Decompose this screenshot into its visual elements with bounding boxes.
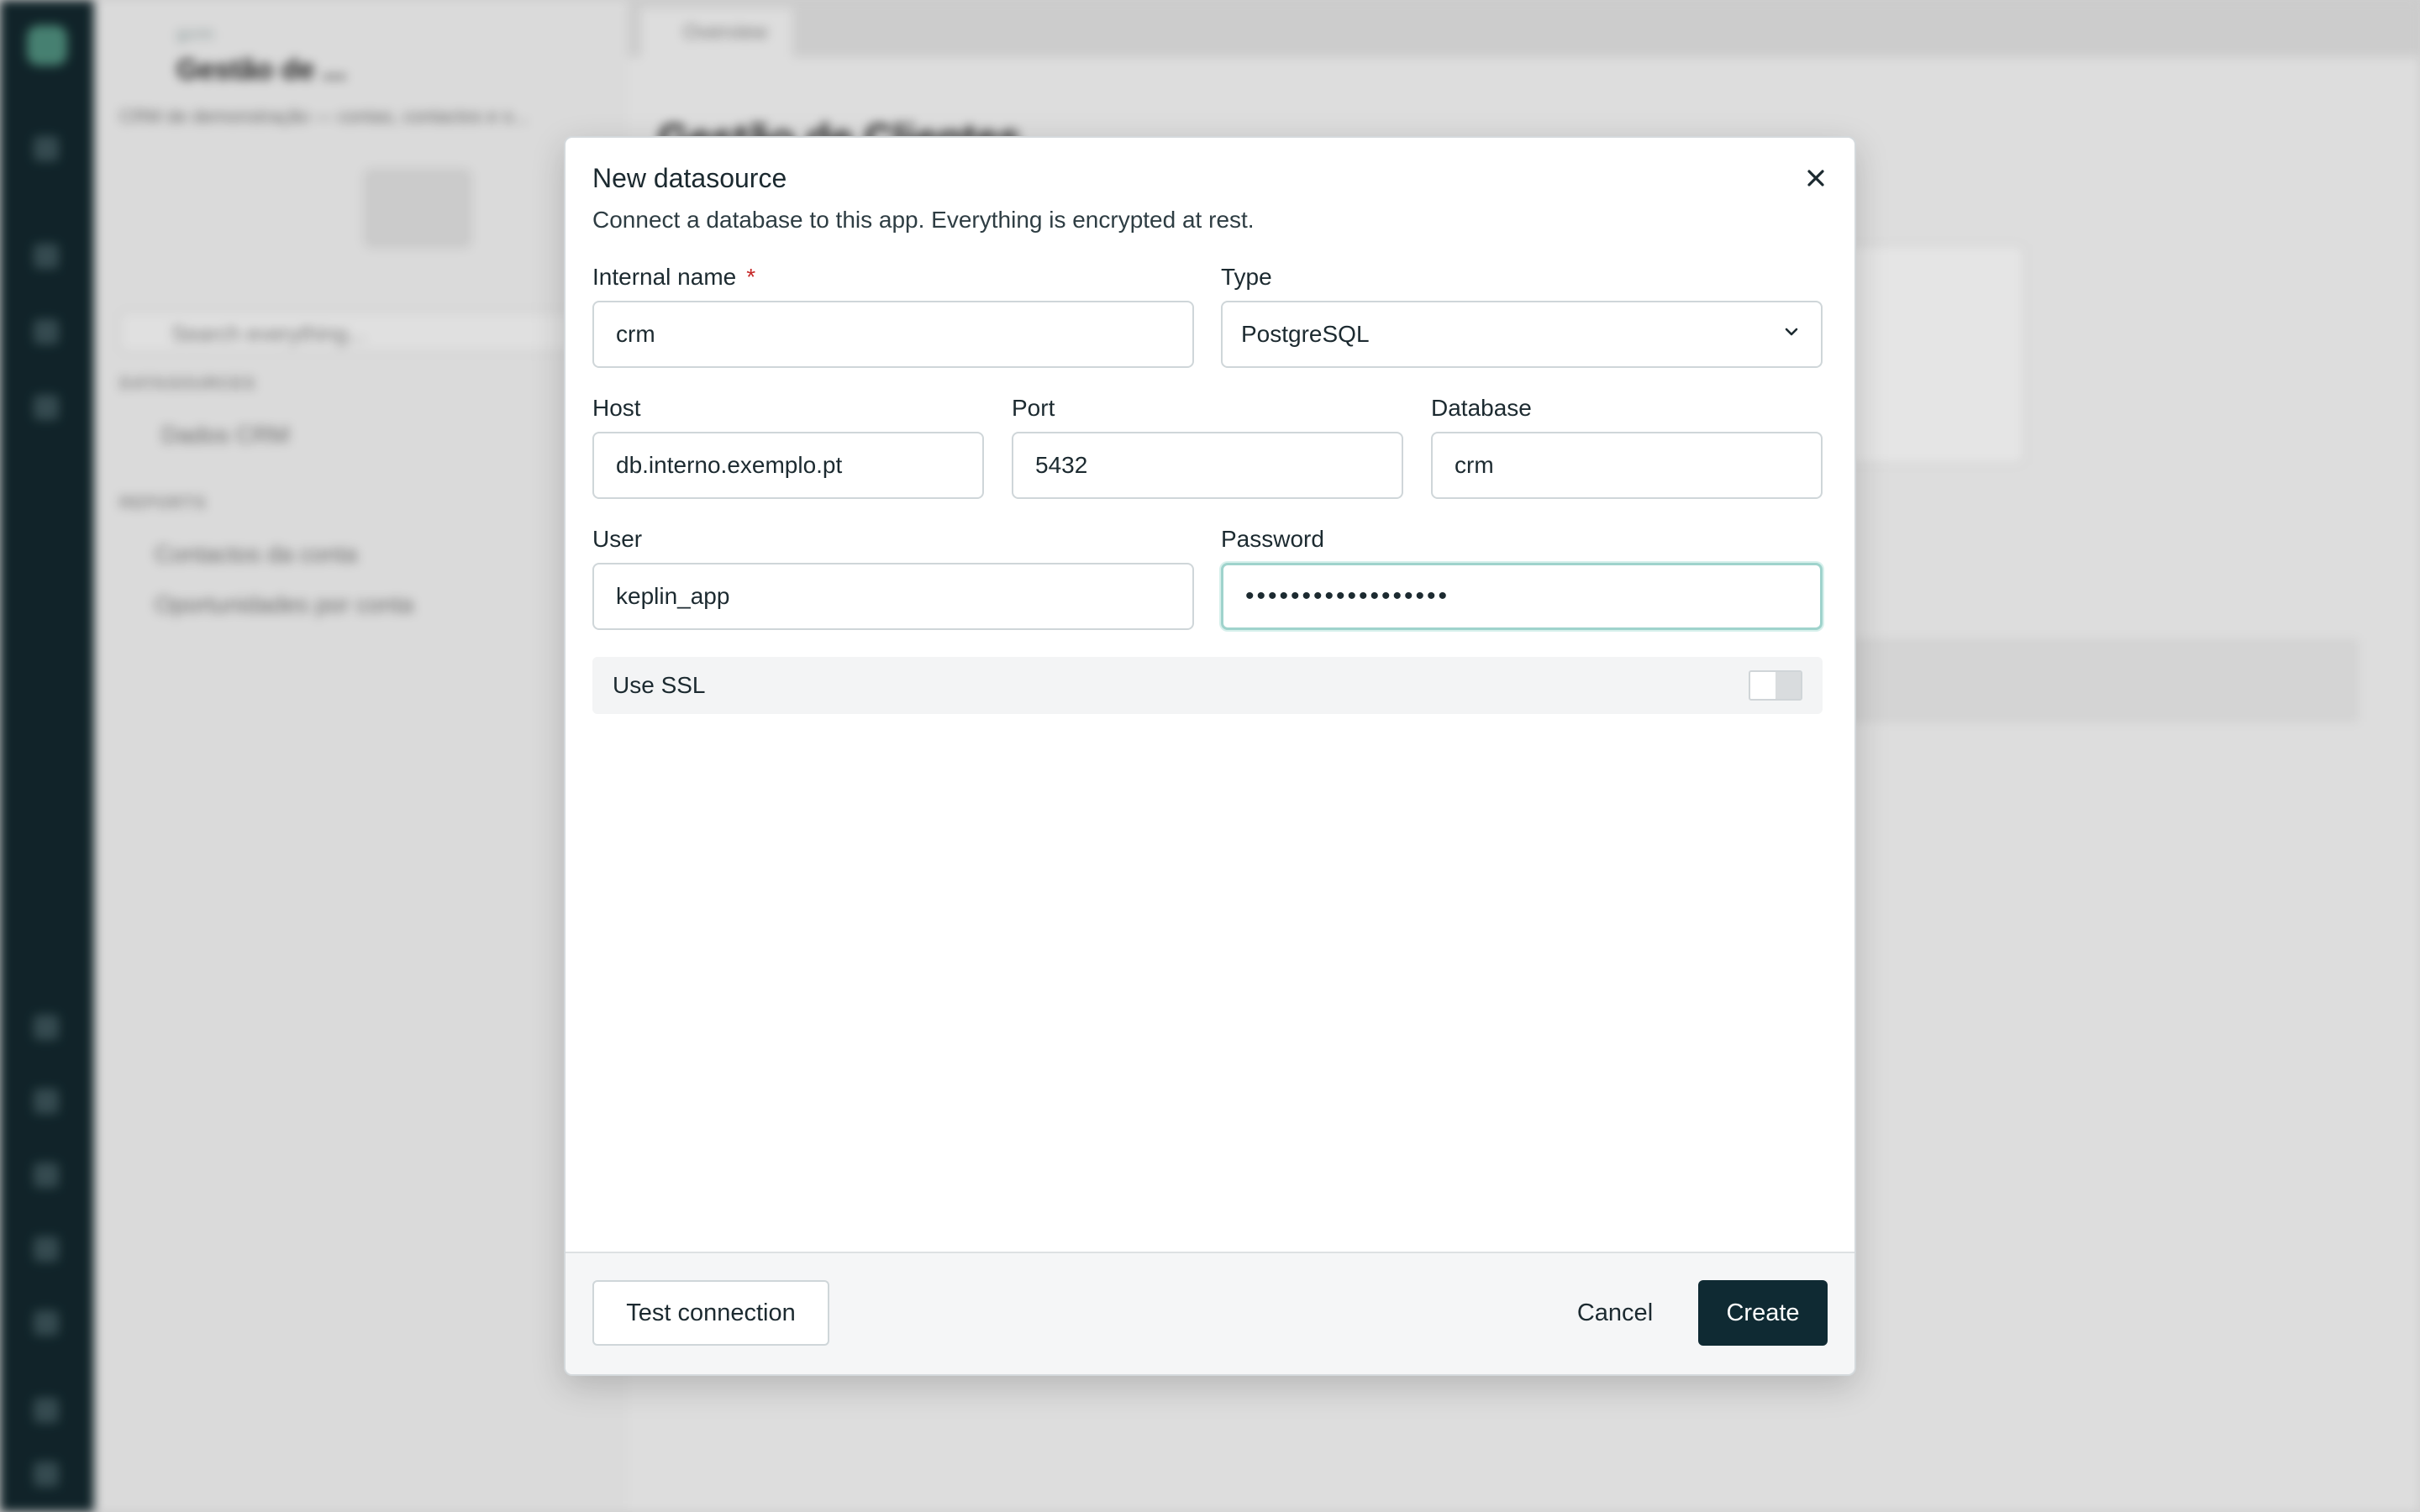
password-label: Password [1221, 526, 1324, 552]
ssl-label: Use SSL [613, 672, 706, 698]
password-input[interactable] [1221, 563, 1823, 630]
dialog-subtitle: Connect a database to this app. Everythi… [592, 207, 1255, 233]
user-label: User [592, 526, 643, 552]
ssl-toggle[interactable] [1749, 670, 1802, 701]
cancel-button[interactable]: Cancel [1554, 1280, 1676, 1346]
user-input[interactable] [592, 563, 1194, 630]
host-label: Host [592, 395, 641, 421]
internal-name-input[interactable] [592, 301, 1194, 368]
close-icon[interactable] [1799, 161, 1833, 195]
port-input[interactable] [1012, 432, 1403, 499]
toggle-knob [1776, 672, 1801, 699]
internal-name-label-text: Internal name [592, 264, 737, 290]
database-input[interactable] [1431, 432, 1823, 499]
required-mark: * [746, 264, 756, 290]
chevron-down-icon [1781, 321, 1802, 349]
port-label: Port [1012, 395, 1055, 421]
host-input[interactable] [592, 432, 984, 499]
internal-name-label: Internal name * [592, 264, 755, 291]
new-datasource-dialog: New datasource Connect a database to thi… [564, 136, 1856, 1376]
dialog-footer: Test connection Cancel Create [566, 1252, 1854, 1374]
create-button[interactable]: Create [1698, 1280, 1828, 1346]
type-select-value: PostgreSQL [1241, 321, 1370, 347]
database-label: Database [1431, 395, 1532, 421]
test-connection-button[interactable]: Test connection [592, 1280, 829, 1346]
type-select[interactable]: PostgreSQL [1221, 301, 1823, 368]
dialog-title: New datasource [592, 163, 787, 193]
type-label: Type [1221, 264, 1272, 290]
ssl-row: Use SSL [592, 657, 1823, 714]
